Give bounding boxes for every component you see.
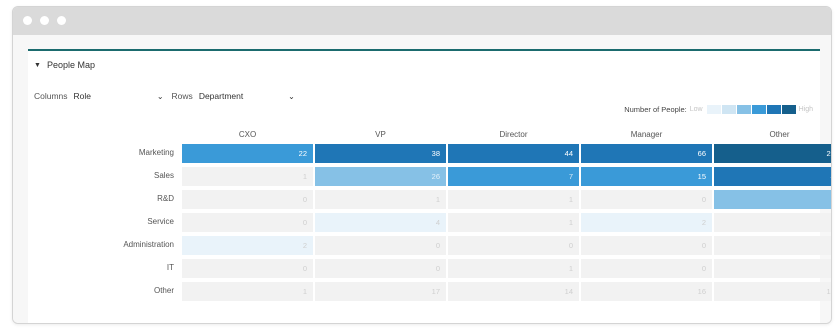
heatmap-cell[interactable]: 14 <box>448 282 579 301</box>
heatmap-cell[interactable]: 1 <box>182 167 313 186</box>
heatmap-cell[interactable]: 0 <box>315 236 446 255</box>
row-header: Sales <box>153 171 174 180</box>
heatmap-cell[interactable]: 38 <box>315 144 446 163</box>
heatmap-cell[interactable]: 2 <box>714 259 831 278</box>
row-header: Administration <box>123 240 174 249</box>
legend-swatch <box>766 105 781 114</box>
close-window-control[interactable] <box>23 16 32 25</box>
heatmap-cell[interactable]: 4 <box>315 213 446 232</box>
minimize-window-control[interactable] <box>40 16 49 25</box>
pivot-controls: Columns Role ⌄ Rows Department ⌄ <box>34 89 303 103</box>
chevron-down-icon: ⌄ <box>288 91 295 101</box>
heatmap-cell[interactable]: 5 <box>714 190 831 209</box>
row-header: Marketing <box>138 148 174 157</box>
column-header: Other <box>769 130 790 139</box>
rows-label: Rows <box>171 91 193 101</box>
title-bar <box>13 7 831 35</box>
heatmap-cell[interactable]: 44 <box>448 144 579 163</box>
heatmap-cell[interactable]: 158 <box>714 282 831 301</box>
row-header: R&D <box>157 194 174 203</box>
heatmap-cell[interactable]: 1 <box>448 213 579 232</box>
heatmap-cell[interactable]: 1 <box>714 213 831 232</box>
heatmap-cell[interactable]: 1 <box>448 259 579 278</box>
heatmap-cell[interactable]: 15 <box>581 167 712 186</box>
section-title: People Map <box>46 60 95 70</box>
heatmap-cell[interactable]: 2 <box>581 213 712 232</box>
heatmap-cell[interactable]: 1 <box>315 190 446 209</box>
heatmap-cell[interactable]: 1 <box>448 190 579 209</box>
triangle-down-icon[interactable]: ▼ <box>34 62 41 69</box>
heatmap-cell[interactable]: 0 <box>182 259 313 278</box>
legend-swatch <box>781 105 796 114</box>
heatmap-cell[interactable]: 0 <box>714 236 831 255</box>
column-header: VP <box>375 130 386 139</box>
column-header: Manager <box>630 130 663 139</box>
section-header[interactable]: ▼ People Map <box>34 60 95 70</box>
columns-select[interactable]: Role ⌄ <box>74 89 164 103</box>
columns-select-value: Role <box>73 91 92 101</box>
heatmap-cell[interactable]: 26 <box>315 167 446 186</box>
column-header: CXO <box>238 130 257 139</box>
legend-swatch <box>721 105 736 114</box>
heatmap-cell[interactable]: 1 <box>182 282 313 301</box>
people-map-panel: ▼ People Map Columns Role ⌄ Rows Departm… <box>28 49 831 323</box>
legend-swatch <box>736 105 751 114</box>
heatmap-cell[interactable]: 0 <box>315 259 446 278</box>
heatmap-cell[interactable]: 22 <box>182 144 313 163</box>
row-header: Other <box>153 286 174 295</box>
heatmap-cell[interactable]: 0 <box>581 259 712 278</box>
app-window: ▼ People Map Columns Role ⌄ Rows Departm… <box>12 6 832 324</box>
row-header: IT <box>166 263 174 272</box>
heatmap-cell[interactable]: 0 <box>182 213 313 232</box>
row-header: Service <box>147 217 174 226</box>
heatmap-cell[interactable]: 0 <box>448 236 579 255</box>
heatmap-cell[interactable]: 0 <box>581 190 712 209</box>
chevron-down-icon: ⌄ <box>156 91 164 101</box>
zoom-window-control[interactable] <box>57 16 66 25</box>
heatmap-cell[interactable]: 66 <box>581 144 712 163</box>
legend-swatch <box>706 105 721 114</box>
rows-select[interactable]: Department ⌄ <box>199 89 295 103</box>
legend-label: Number of People: <box>624 105 687 114</box>
content-area: ▼ People Map Columns Role ⌄ Rows Departm… <box>13 35 831 323</box>
legend-swatch <box>751 105 766 114</box>
legend-low-label: Low <box>689 106 703 113</box>
heatmap-cell[interactable]: 7 <box>448 167 579 186</box>
heatmap-cell[interactable]: 203 <box>714 144 831 163</box>
column-header: Director <box>499 130 528 139</box>
heatmap-cell[interactable]: 49 <box>714 167 831 186</box>
heatmap-cell[interactable]: 2 <box>182 236 313 255</box>
heatmap-cell[interactable]: 16 <box>581 282 712 301</box>
columns-label: Columns <box>34 91 68 101</box>
color-legend: Number of People: Low High <box>624 105 816 114</box>
heatmap-cell[interactable]: 0 <box>182 190 313 209</box>
legend-high-label: High <box>798 106 813 113</box>
rows-select-value: Department <box>198 91 244 101</box>
heatmap-cell[interactable]: 0 <box>581 236 712 255</box>
heatmap-cell[interactable]: 17 <box>315 282 446 301</box>
